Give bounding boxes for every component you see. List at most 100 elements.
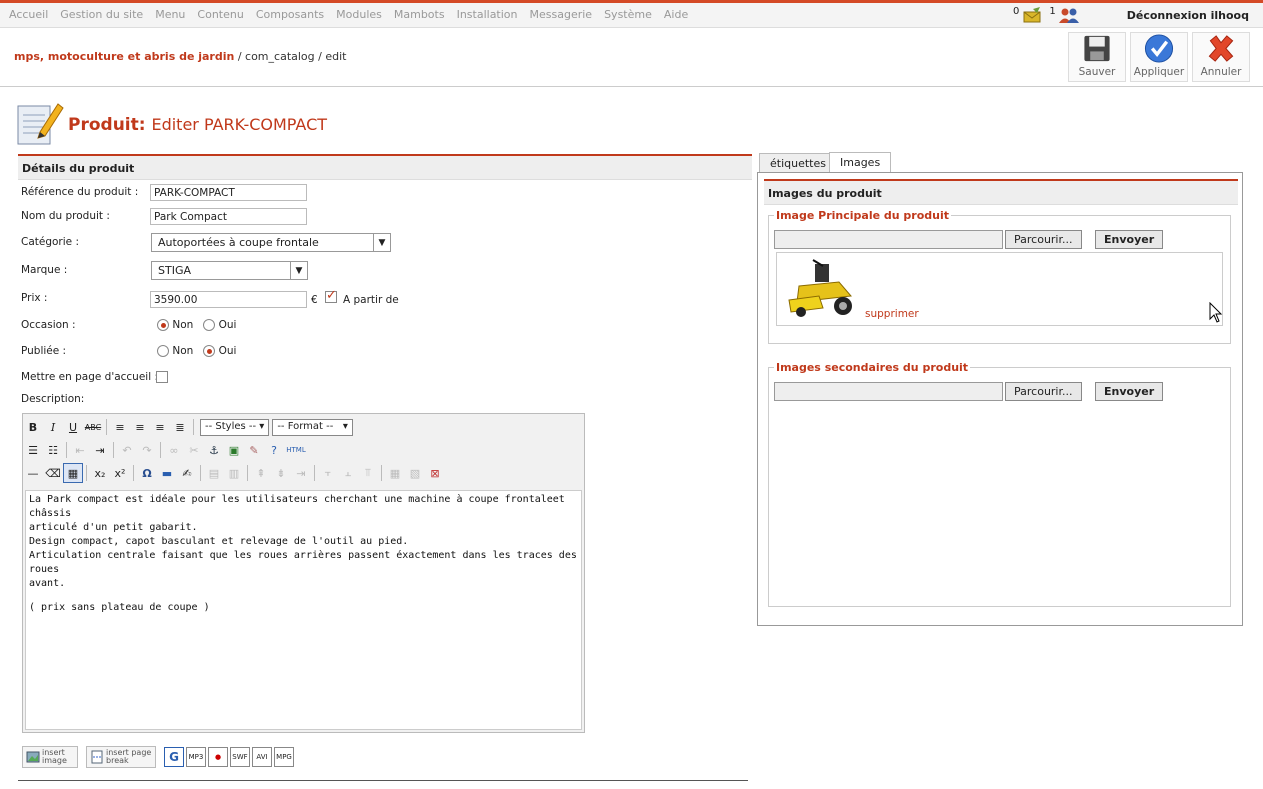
edit-icon[interactable]: ✍ — [177, 463, 197, 483]
secondary-images-fieldset: Images secondaires du produit Parcourir.… — [768, 361, 1231, 607]
apply-button[interactable]: Appliquer — [1130, 32, 1188, 82]
superscript-icon[interactable]: x² — [110, 463, 130, 483]
horizontal-rule-icon[interactable]: — — [23, 463, 43, 483]
delete-row-icon[interactable]: ⇥ — [291, 463, 311, 483]
toolbar-separator — [193, 419, 194, 435]
underline-icon[interactable]: U — [63, 417, 83, 437]
insert-pagebreak-button[interactable]: insert page break — [86, 746, 156, 768]
outdent-icon[interactable]: ⇤ — [70, 440, 90, 460]
mower-image — [779, 256, 865, 322]
homepage-checkbox[interactable] — [156, 371, 168, 383]
menu-item-accueil[interactable]: Accueil — [3, 8, 54, 21]
menu-item-contenu[interactable]: Contenu — [191, 8, 249, 21]
unlink-icon[interactable]: ✂ — [184, 440, 204, 460]
menu-item-messagerie[interactable]: Messagerie — [524, 8, 599, 21]
visual-aid-icon[interactable]: ▦ — [63, 463, 83, 483]
row-after-icon[interactable]: ⇟ — [271, 463, 291, 483]
menu-item-systeme[interactable]: Système — [598, 8, 658, 21]
avi-plugin-icon[interactable]: AVI — [252, 747, 272, 767]
category-select[interactable]: Autoportées à coupe frontale ▼ — [151, 233, 391, 252]
menu-item-aide[interactable]: Aide — [658, 8, 694, 21]
split-cells-icon[interactable]: ▦ — [385, 463, 405, 483]
indent-icon[interactable]: ⇥ — [90, 440, 110, 460]
ref-input[interactable]: PARK-COMPACT — [150, 184, 307, 201]
menu-item-gestion[interactable]: Gestion du site — [54, 8, 149, 21]
col-after-icon[interactable]: ⫠ — [338, 463, 358, 483]
align-right-icon[interactable]: ≡ — [150, 417, 170, 437]
subscript-icon[interactable]: x₂ — [90, 463, 110, 483]
image-icon[interactable]: ▣ — [224, 440, 244, 460]
format-select[interactable]: -- Format -- ▾ — [272, 418, 353, 436]
menu-item-composants[interactable]: Composants — [250, 8, 330, 21]
italic-icon[interactable]: I — [43, 417, 63, 437]
occasion-yes-radio[interactable] — [203, 319, 216, 331]
styles-select[interactable]: -- Styles -- ▾ — [200, 418, 270, 436]
delete-table-icon[interactable]: ⊠ — [425, 463, 445, 483]
html-source-icon[interactable]: HTML — [284, 440, 308, 460]
remove-format-icon[interactable]: ⌫ — [43, 463, 63, 483]
main-image-send-button[interactable]: Envoyer — [1095, 230, 1164, 249]
table-props-icon[interactable]: ▤ — [204, 463, 224, 483]
toolbar-separator — [200, 465, 201, 481]
main-image-file-input[interactable] — [774, 230, 1003, 249]
redo-icon[interactable]: ↷ — [137, 440, 157, 460]
strikethrough-icon[interactable]: ABC — [83, 417, 103, 437]
users-icon[interactable] — [1058, 6, 1080, 24]
price-input[interactable]: 3590.00 — [150, 291, 307, 308]
secondary-image-file-input[interactable] — [774, 382, 1003, 401]
messages-count: 0 — [1013, 6, 1020, 17]
delete-col-icon[interactable]: ⫪ — [358, 463, 378, 483]
swf-plugin-icon[interactable]: SWF — [230, 747, 250, 767]
from-price-checkbox[interactable] — [325, 288, 337, 303]
insert-rule-icon[interactable]: ▬ — [157, 463, 177, 483]
cancel-button[interactable]: Annuler — [1192, 32, 1250, 82]
align-justify-icon[interactable]: ≣ — [170, 417, 190, 437]
delete-image-link[interactable]: supprimer — [865, 308, 919, 320]
menu-item-installation[interactable]: Installation — [451, 8, 524, 21]
align-left-icon[interactable]: ≡ — [110, 417, 130, 437]
mpg-plugin-icon[interactable]: MPG — [274, 747, 294, 767]
divider — [18, 780, 748, 781]
menu-item-menu[interactable]: Menu — [149, 8, 191, 21]
cleanup-icon[interactable]: ✎ — [244, 440, 264, 460]
toolbar-separator — [160, 442, 161, 458]
editor-content[interactable]: La Park compact est idéale pour les util… — [25, 490, 582, 730]
link-icon[interactable]: ∞ — [164, 440, 184, 460]
help-icon[interactable]: ? — [264, 440, 284, 460]
merge-cells-icon[interactable]: ▧ — [405, 463, 425, 483]
breadcrumb-site[interactable]: mps, motoculture et abris de jardin — [14, 50, 234, 63]
insert-image-button[interactable]: insert image — [22, 746, 78, 768]
published-no-radio[interactable] — [157, 345, 169, 357]
cell-props-icon[interactable]: ▥ — [224, 463, 244, 483]
align-center-icon[interactable]: ≡ — [130, 417, 150, 437]
brand-select[interactable]: STIGA ▼ — [151, 261, 308, 280]
tab-images[interactable]: Images — [829, 152, 892, 174]
tab-etiquettes[interactable]: étiquettes — [759, 153, 837, 173]
bullet-list-icon[interactable]: ☰ — [23, 440, 43, 460]
logout-link[interactable]: Déconnexion ilhooq — [1127, 9, 1249, 22]
col-before-icon[interactable]: ⫟ — [318, 463, 338, 483]
numbered-list-icon[interactable]: ☷ — [43, 440, 63, 460]
special-char-icon[interactable]: Ω — [137, 463, 157, 483]
record-plugin-icon[interactable]: ● — [208, 747, 228, 767]
anchor-icon[interactable]: ⚓ — [204, 440, 224, 460]
google-plugin-icon[interactable]: G — [164, 747, 184, 767]
undo-icon[interactable]: ↶ — [117, 440, 137, 460]
menu-item-mambots[interactable]: Mambots — [388, 8, 451, 21]
occasion-no-radio[interactable] — [157, 319, 169, 331]
bold-icon[interactable]: B — [23, 417, 43, 437]
main-image-browse-button[interactable]: Parcourir... — [1005, 230, 1082, 249]
row-before-icon[interactable]: ⇞ — [251, 463, 271, 483]
name-input[interactable]: Park Compact — [150, 208, 307, 225]
secondary-image-send-button[interactable]: Envoyer — [1095, 382, 1164, 401]
menu-item-modules[interactable]: Modules — [330, 8, 388, 21]
save-button[interactable]: Sauver — [1068, 32, 1126, 82]
published-radio-group: Non Oui — [157, 345, 236, 357]
mp3-plugin-icon[interactable]: MP3 — [186, 747, 206, 767]
main-image-legend: Image Principale du produit — [776, 209, 950, 222]
published-label: Publiée : — [21, 345, 67, 357]
secondary-image-browse-button[interactable]: Parcourir... — [1005, 382, 1082, 401]
published-yes-radio[interactable] — [203, 345, 216, 357]
messages-icon[interactable] — [1021, 6, 1043, 24]
name-label: Nom du produit : — [21, 210, 110, 222]
